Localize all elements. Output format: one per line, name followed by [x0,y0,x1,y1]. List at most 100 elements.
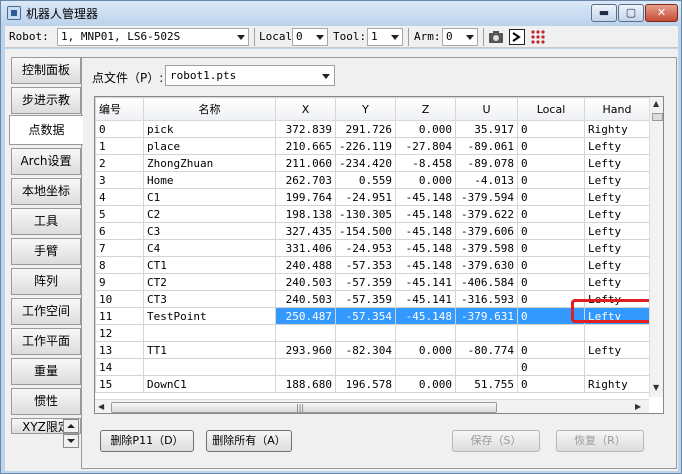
scroll-left-arrow[interactable]: ◀ [98,402,104,411]
robot-select[interactable]: 1, MNP01, LS6-502S [57,28,249,46]
cell-z[interactable]: 0.000 [395,171,456,189]
cell-number[interactable]: 1 [95,137,144,155]
cell-z[interactable]: -45.141 [395,273,456,291]
cell-name[interactable]: CT3 [143,290,276,308]
cell-name[interactable]: C4 [143,239,276,257]
scroll-down-arrow[interactable]: ▼ [653,383,659,392]
table-row[interactable]: 7 C4 331.406 -24.953 -45.148 -379.598 0 Lefty [95,239,650,257]
cell-z[interactable]: 0.000 [395,120,456,138]
column-header-x[interactable]: X [275,97,336,121]
cell-number[interactable]: 8 [95,256,144,274]
table-row[interactable]: 15 DownC1 188.680 196.578 0.000 51.755 0 Righty [95,375,650,393]
cell-name[interactable]: C1 [143,188,276,206]
table-row[interactable]: 6 C3 327.435 -154.500 -45.148 -379.606 0 Lefty [95,222,650,240]
command-prompt-icon[interactable] [509,29,525,45]
column-header-name[interactable]: 名称 [143,97,276,121]
horizontal-scroll-thumb[interactable]: ||| [111,402,497,413]
cell-number[interactable]: 9 [95,273,144,291]
cell-y[interactable]: -57.359 [335,273,396,291]
column-header-y[interactable]: Y [335,97,396,121]
cell-local[interactable]: 0 [517,205,585,223]
cell-hand[interactable]: Lefty [584,205,650,223]
tab-tool[interactable]: 工具 [11,208,81,235]
cell-x[interactable]: 198.138 [275,205,336,223]
cell-number[interactable]: 5 [95,205,144,223]
cell-number[interactable]: 14 [95,358,144,376]
cell-x[interactable]: 331.406 [275,239,336,257]
cell-u[interactable]: -80.774 [455,341,518,359]
cell-x[interactable]: 188.680 [275,375,336,393]
cell-name[interactable] [143,324,276,342]
cell-u[interactable]: -379.622 [455,205,518,223]
cell-name[interactable]: TT1 [143,341,276,359]
tab-local[interactable]: 本地坐标 [11,178,81,205]
cell-local[interactable]: 0 [517,341,585,359]
table-row[interactable]: 3 Home 262.703 0.559 0.000 -4.013 0 Lefty [95,171,650,189]
cell-local[interactable]: 0 [517,358,585,376]
cell-name[interactable] [143,358,276,376]
table-row[interactable]: 2 ZhongZhuan 211.060 -234.420 -8.458 -89.078 0… [95,154,650,172]
cell-y[interactable]: -82.304 [335,341,396,359]
cell-z[interactable]: -45.148 [395,205,456,223]
cell-z[interactable]: -45.141 [395,290,456,308]
scroll-up-arrow[interactable]: ▲ [653,99,659,108]
cell-number[interactable]: 4 [95,188,144,206]
cell-y[interactable] [335,358,396,376]
restore-button[interactable]: 恢复（R） [556,430,644,452]
cell-hand[interactable]: Lefty [584,273,650,291]
cell-z[interactable]: 0.000 [395,341,456,359]
cell-u[interactable]: -379.630 [455,256,518,274]
cell-hand[interactable]: Lefty [584,137,650,155]
cell-y[interactable]: -226.119 [335,137,396,155]
cell-number[interactable]: 2 [95,154,144,172]
camera-icon[interactable] [488,29,504,45]
cell-y[interactable]: 196.578 [335,375,396,393]
cell-local[interactable]: 0 [517,273,585,291]
tab-weight[interactable]: 重量 [11,358,81,385]
cell-local[interactable]: 0 [517,171,585,189]
cell-z[interactable]: -45.148 [395,307,456,325]
cell-local[interactable]: 0 [517,154,585,172]
cell-local[interactable] [517,324,585,342]
cell-name[interactable]: place [143,137,276,155]
tab-jog-teach[interactable]: 步进示教 [11,87,81,114]
cell-number[interactable]: 15 [95,375,144,393]
table-row[interactable]: 8 CT1 240.488 -57.353 -45.148 -379.630 0 Lefty [95,256,650,274]
cell-hand[interactable]: Lefty [584,188,650,206]
cell-local[interactable]: 0 [517,239,585,257]
cell-u[interactable]: -89.078 [455,154,518,172]
cell-local[interactable]: 0 [517,120,585,138]
cell-y[interactable]: 0.559 [335,171,396,189]
cell-y[interactable]: -24.951 [335,188,396,206]
cell-x[interactable]: 210.665 [275,137,336,155]
cell-u[interactable]: -4.013 [455,171,518,189]
vertical-scrollbar[interactable]: ▲ ▼ [649,97,663,397]
cell-x[interactable] [275,324,336,342]
close-button[interactable]: ✕ [645,4,678,22]
table-row[interactable]: 5 C2 198.138 -130.305 -45.148 -379.622 0 Lefty [95,205,650,223]
cell-y[interactable]: -57.354 [335,307,396,325]
cell-u[interactable]: -89.061 [455,137,518,155]
horizontal-scrollbar[interactable]: ◀ ||| ▶ [95,399,649,413]
column-header-local[interactable]: Local [517,97,585,121]
column-header-hand[interactable]: Hand [584,97,650,121]
cell-hand[interactable]: Righty [584,120,650,138]
cell-x[interactable] [275,358,336,376]
tab-pallet[interactable]: 阵列 [11,268,81,295]
cell-z[interactable]: -45.148 [395,239,456,257]
cell-local[interactable]: 0 [517,256,585,274]
maximize-button[interactable]: ▢ [618,4,644,22]
cell-x[interactable]: 199.764 [275,188,336,206]
cell-local[interactable]: 0 [517,188,585,206]
cell-u[interactable]: 35.917 [455,120,518,138]
cell-z[interactable] [395,324,456,342]
column-header-u[interactable]: U [455,97,518,121]
cell-x[interactable]: 250.487 [275,307,336,325]
table-row[interactable]: 10 CT3 240.503 -57.359 -45.141 -316.593 0 Lefty [95,290,650,308]
cell-u[interactable]: 51.755 [455,375,518,393]
cell-u[interactable]: -406.584 [455,273,518,291]
table-row[interactable]: 12 [95,324,650,342]
cell-hand[interactable] [584,324,650,342]
cell-x[interactable]: 262.703 [275,171,336,189]
cell-y[interactable]: -130.305 [335,205,396,223]
